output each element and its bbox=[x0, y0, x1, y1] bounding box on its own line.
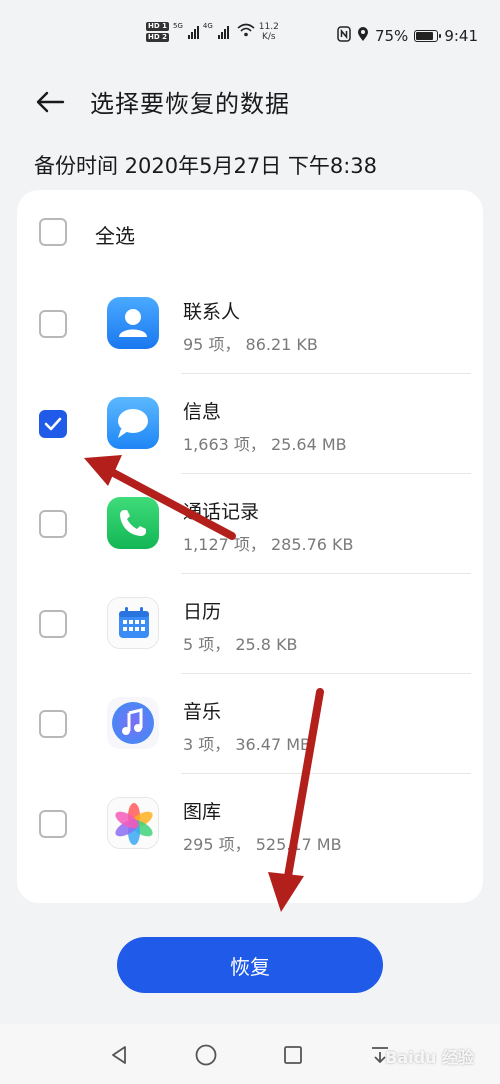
circle-home-icon bbox=[195, 1044, 217, 1066]
messages-icon bbox=[107, 397, 159, 449]
battery-icon bbox=[414, 30, 442, 42]
item-detail: 295 项， 525.17 MB bbox=[183, 835, 342, 854]
nav-back-button[interactable] bbox=[106, 1042, 132, 1068]
item-name: 联系人 bbox=[183, 301, 241, 323]
status-bar-right: 75% 9:41 bbox=[337, 26, 478, 46]
calendar-checkbox[interactable] bbox=[39, 610, 67, 638]
network-speed: 11.2 K/s bbox=[259, 22, 279, 42]
list-item-messages[interactable]: 信息 1,663 项， 25.64 MB bbox=[17, 374, 483, 474]
square-recents-icon bbox=[284, 1046, 302, 1064]
signal-4g-icon bbox=[217, 25, 229, 39]
location-icon bbox=[357, 26, 369, 46]
item-name: 图库 bbox=[183, 801, 222, 823]
restore-button[interactable]: 恢复 bbox=[117, 937, 383, 993]
data-list-card: 全选 联系人 95 项， 86.21 KB 信息 1,663 项， 25.64 … bbox=[17, 190, 483, 903]
select-all-row[interactable]: 全选 bbox=[17, 190, 483, 274]
gallery-checkbox[interactable] bbox=[39, 810, 67, 838]
network-speed-value: 11.2 bbox=[258, 22, 279, 32]
contacts-checkbox[interactable] bbox=[39, 310, 67, 338]
item-name: 信息 bbox=[183, 401, 222, 423]
list-item-call-log[interactable]: 通话记录 1,127 项， 285.76 KB bbox=[17, 474, 483, 574]
header: 选择要恢复的数据 bbox=[0, 80, 500, 124]
list-item-music[interactable]: 音乐 3 项， 36.47 MB bbox=[17, 674, 483, 774]
list-item-gallery[interactable]: 图库 295 项， 525.17 MB bbox=[17, 774, 483, 874]
select-all-label: 全选 bbox=[95, 224, 135, 248]
back-button[interactable] bbox=[28, 82, 72, 122]
item-detail: 1,663 项， 25.64 MB bbox=[183, 435, 347, 454]
triangle-back-icon bbox=[112, 1046, 126, 1064]
clock: 9:41 bbox=[444, 27, 478, 45]
hd-indicators: HD 1 HD 2 bbox=[146, 22, 169, 42]
page-title: 选择要恢复的数据 bbox=[90, 90, 290, 118]
call-log-checkbox[interactable] bbox=[39, 510, 67, 538]
calendar-icon bbox=[107, 597, 159, 649]
item-name: 音乐 bbox=[183, 701, 222, 723]
item-name: 通话记录 bbox=[183, 501, 260, 523]
list-item-calendar[interactable]: 日历 5 项， 25.8 KB bbox=[17, 574, 483, 674]
backup-time: 备份时间 2020年5月27日 下午8:38 bbox=[34, 154, 378, 178]
list-item-contacts[interactable]: 联系人 95 项， 86.21 KB bbox=[17, 274, 483, 374]
hd1-badge: HD 1 bbox=[146, 22, 169, 31]
network-speed-unit: K/s bbox=[261, 32, 276, 42]
phone-icon bbox=[107, 497, 159, 549]
status-bar: HD 1 HD 2 5G 4G 11.2 K/s 75% 9:41 bbox=[0, 0, 500, 62]
item-detail: 3 项， 36.47 MB bbox=[183, 735, 312, 754]
checkmark-icon bbox=[44, 417, 62, 431]
messages-checkbox[interactable] bbox=[39, 410, 67, 438]
contacts-icon bbox=[107, 297, 159, 349]
item-detail: 5 项， 25.8 KB bbox=[183, 635, 298, 654]
select-all-checkbox[interactable] bbox=[39, 218, 67, 246]
baidu-watermark: Baidu 经验 bbox=[385, 1048, 474, 1067]
music-checkbox[interactable] bbox=[39, 710, 67, 738]
back-arrow-icon bbox=[36, 91, 65, 113]
item-detail: 95 项， 86.21 KB bbox=[183, 335, 318, 354]
wifi-icon bbox=[237, 23, 255, 41]
network-5g-label: 5G bbox=[172, 22, 183, 30]
music-icon bbox=[107, 697, 159, 749]
hd2-badge: HD 2 bbox=[146, 33, 169, 42]
item-detail: 1,127 项， 285.76 KB bbox=[183, 535, 354, 554]
network-4g-label: 4G bbox=[202, 22, 213, 30]
nfc-icon bbox=[337, 26, 351, 46]
status-bar-left: HD 1 HD 2 5G 4G 11.2 K/s bbox=[146, 22, 279, 42]
item-name: 日历 bbox=[183, 601, 222, 623]
battery-percent: 75% bbox=[374, 27, 409, 45]
nav-home-button[interactable] bbox=[193, 1042, 219, 1068]
signal-5g-icon bbox=[187, 25, 199, 39]
gallery-icon bbox=[107, 797, 159, 849]
nav-recents-button[interactable] bbox=[280, 1042, 306, 1068]
